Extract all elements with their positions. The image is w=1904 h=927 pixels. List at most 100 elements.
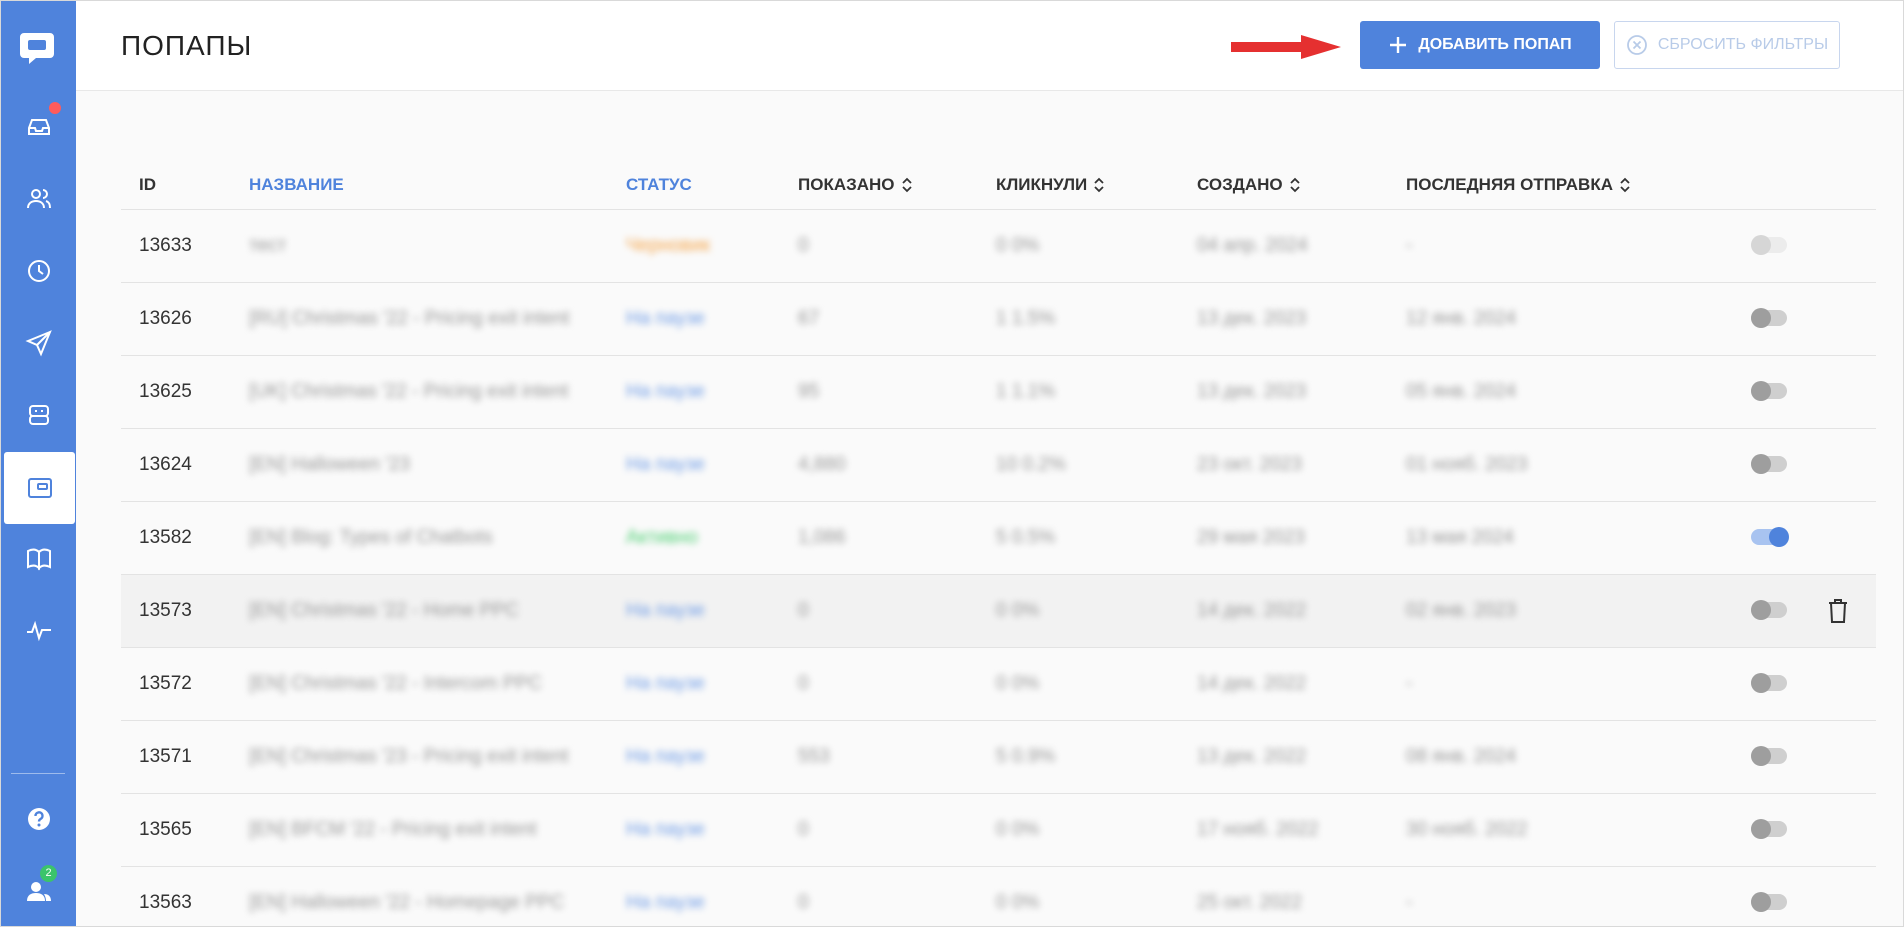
- row-status: На паузе: [626, 746, 705, 767]
- row-created: 04 апр. 2024: [1197, 235, 1308, 256]
- table-row[interactable]: 13572 [EN] Christmas '22 - Intercom PPC …: [121, 648, 1876, 721]
- column-id: ID: [139, 161, 156, 209]
- column-last-sent-label: ПОСЛЕДНЯЯ ОТПРАВКА: [1406, 175, 1613, 194]
- row-created: 25 окт. 2022: [1197, 892, 1302, 913]
- row-id: 13573: [139, 600, 192, 621]
- sidebar-item-mailing[interactable]: [1, 307, 76, 379]
- column-created-label: СОЗДАНО: [1197, 175, 1283, 194]
- table-row[interactable]: 13573 [EN] Christmas '22 - Home PPC На п…: [121, 575, 1876, 648]
- sidebar-item-popups[interactable]: [4, 452, 75, 524]
- column-created[interactable]: СОЗДАНО: [1197, 161, 1301, 209]
- reset-filters-button[interactable]: СБРОСИТЬ ФИЛЬТРЫ: [1614, 21, 1840, 69]
- row-name[interactable]: [EN] Halloween '23: [249, 429, 410, 501]
- row-last-sent: 01 нояб. 2023: [1406, 454, 1528, 475]
- row-id: 13633: [139, 235, 192, 256]
- users-icon: [26, 189, 51, 209]
- row-shown: 95: [798, 381, 820, 402]
- row-name[interactable]: [UK] Christmas '22 - Pricing exit intent: [249, 356, 568, 428]
- bot-icon: [28, 405, 49, 425]
- table-row[interactable]: 13582 [EN] Blog: Types of Chatbots Актив…: [121, 502, 1876, 575]
- row-id: 13571: [139, 746, 192, 767]
- table-row[interactable]: 13563 [EN] Halloween '22 - Homepage PPC …: [121, 867, 1876, 926]
- sidebar-item-team[interactable]: [1, 855, 76, 926]
- column-name[interactable]: НАЗВАНИЕ: [249, 161, 344, 209]
- table-row[interactable]: 13624 [EN] Halloween '23 На паузе 4,880 …: [121, 429, 1876, 502]
- sidebar-item-bots[interactable]: [1, 379, 76, 451]
- status-toggle[interactable]: [1751, 746, 1787, 766]
- row-shown: 0: [798, 892, 809, 913]
- row-shown: 0: [798, 235, 809, 256]
- column-last-sent[interactable]: ПОСЛЕДНЯЯ ОТПРАВКА: [1406, 161, 1631, 209]
- row-id: 13625: [139, 381, 192, 402]
- sort-icon: [1620, 177, 1630, 193]
- status-toggle[interactable]: [1751, 308, 1787, 328]
- main-content: ID НАЗВАНИЕ СТАТУС ПОКАЗАНО КЛИКНУЛИ СОЗ…: [76, 91, 1903, 926]
- table-row[interactable]: 13565 [EN] BFCM '22 - Pricing exit inten…: [121, 794, 1876, 867]
- row-name[interactable]: тест: [249, 210, 286, 282]
- plus-icon: [1390, 37, 1407, 53]
- app-window: 2 ПОПАПЫ ДОБАВИТЬ ПОПАП СБРОСИТЬ ФИЛЬТРЫ…: [0, 0, 1904, 927]
- row-status: На паузе: [626, 892, 705, 913]
- table-row[interactable]: 13626 [RU] Christmas '22 - Pricing exit …: [121, 283, 1876, 356]
- reset-filters-label: СБРОСИТЬ ФИЛЬТРЫ: [1657, 36, 1829, 53]
- row-clicked: 5 0.5%: [996, 527, 1056, 548]
- sidebar-item-inbox[interactable]: [1, 91, 76, 163]
- sidebar-item-knowledge-base[interactable]: [1, 523, 76, 595]
- row-created: 29 мая 2023: [1197, 527, 1305, 548]
- column-name-label: НАЗВАНИЕ: [249, 175, 344, 194]
- row-clicked: 0 0%: [996, 600, 1040, 621]
- row-last-sent: -: [1406, 673, 1413, 694]
- table-row[interactable]: 13571 [EN] Christmas '23 - Pricing exit …: [121, 721, 1876, 794]
- row-clicked: 0 0%: [996, 673, 1040, 694]
- row-last-sent: 05 янв. 2024: [1406, 381, 1517, 402]
- sort-icon: [901, 177, 912, 193]
- row-id: 13563: [139, 892, 192, 913]
- row-name[interactable]: [EN] Christmas '23 - Pricing exit intent: [249, 721, 568, 793]
- status-toggle[interactable]: [1751, 819, 1787, 839]
- page-header: ПОПАПЫ ДОБАВИТЬ ПОПАП СБРОСИТЬ ФИЛЬТРЫ: [76, 1, 1903, 91]
- column-shown[interactable]: ПОКАЗАНО: [798, 161, 913, 209]
- row-name[interactable]: [EN] Blog: Types of Chatbots: [249, 502, 493, 574]
- status-toggle[interactable]: [1751, 892, 1787, 912]
- status-toggle[interactable]: [1751, 381, 1787, 401]
- row-status: На паузе: [626, 308, 705, 329]
- row-status: Активно: [626, 527, 698, 548]
- row-status: Черновик: [626, 235, 710, 256]
- status-toggle[interactable]: [1751, 454, 1787, 474]
- status-toggle[interactable]: [1751, 235, 1787, 255]
- sidebar-item-history[interactable]: [1, 235, 76, 307]
- send-icon: [24, 330, 52, 357]
- trash-icon[interactable]: [1826, 597, 1850, 625]
- status-toggle[interactable]: [1751, 600, 1787, 620]
- row-created: 13 дек. 2023: [1197, 381, 1307, 402]
- sidebar-divider: [11, 773, 65, 774]
- row-last-sent: 13 мая 2024: [1406, 527, 1514, 548]
- column-status-label: СТАТУС: [626, 175, 692, 194]
- column-status[interactable]: СТАТУС: [626, 161, 692, 209]
- sidebar-item-analytics[interactable]: [1, 595, 76, 667]
- table-row[interactable]: 13625 [UK] Christmas '22 - Pricing exit …: [121, 356, 1876, 429]
- logo-icon[interactable]: [18, 29, 56, 67]
- row-created: 17 нояб. 2022: [1197, 819, 1319, 840]
- column-clicked[interactable]: КЛИКНУЛИ: [996, 161, 1105, 209]
- table-header: ID НАЗВАНИЕ СТАТУС ПОКАЗАНО КЛИКНУЛИ СОЗ…: [121, 161, 1876, 210]
- add-popup-button[interactable]: ДОБАВИТЬ ПОПАП: [1360, 21, 1600, 69]
- sidebar-item-help[interactable]: [1, 783, 76, 855]
- table-row[interactable]: 13633 тест Черновик 0 0 0% 04 апр. 2024 …: [121, 210, 1876, 283]
- status-toggle[interactable]: [1751, 673, 1787, 693]
- row-name[interactable]: [EN] Christmas '22 - Intercom PPC: [249, 648, 542, 720]
- close-circle-icon: [1626, 35, 1647, 55]
- row-name[interactable]: [EN] BFCM '22 - Pricing exit intent: [249, 794, 537, 866]
- row-name[interactable]: [EN] Christmas '22 - Home PPC: [249, 575, 519, 647]
- row-id: 13582: [139, 527, 192, 548]
- annotation-arrow-right: [1231, 35, 1341, 59]
- row-shown: 553: [798, 746, 830, 767]
- row-name[interactable]: [EN] Halloween '22 - Homepage PPC: [249, 867, 564, 926]
- row-name[interactable]: [RU] Christmas '22 - Pricing exit intent: [249, 283, 569, 355]
- row-shown: 0: [798, 819, 809, 840]
- row-last-sent: 30 нояб. 2022: [1406, 819, 1528, 840]
- sort-icon: [1289, 177, 1300, 193]
- status-toggle[interactable]: [1751, 527, 1789, 547]
- help-icon: [27, 808, 50, 830]
- sidebar-item-contacts[interactable]: [1, 163, 76, 235]
